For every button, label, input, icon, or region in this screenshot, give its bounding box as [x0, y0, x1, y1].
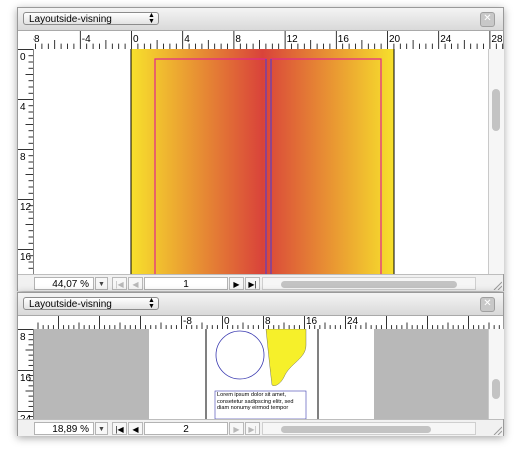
resize-grip-icon[interactable]	[492, 280, 502, 290]
layout-view-window-1: Layoutside-visning ▲▼ ✕ -8 -4 0 4 8 12 16 20 24 2…	[17, 7, 504, 291]
window-toolbar: Layoutside-visning ▲ ▼ ✕	[18, 8, 503, 31]
horizontal-scrollbar[interactable]	[262, 277, 476, 290]
pasteboard-right	[374, 329, 488, 419]
ruler-label: 0	[224, 316, 230, 327]
close-icon[interactable]: ✕	[480, 297, 495, 312]
pasteboard-left	[34, 329, 149, 419]
gradient-page-background	[130, 49, 395, 274]
lorem-text-frame[interactable]: Lorem ipsum dolor sit amet, consetetur s…	[217, 392, 305, 412]
chevron-down-icon[interactable]: ▼	[95, 277, 108, 290]
ruler-label: 28	[491, 34, 503, 45]
ruler-label: 4	[20, 102, 26, 113]
previous-page-icon[interactable]: ◀	[128, 422, 143, 435]
vertical-ruler[interactable]: 81624	[18, 329, 34, 419]
ruler-label: -8	[33, 34, 40, 45]
up-down-arrows-icon: ▲ ▼	[148, 12, 155, 25]
horizontal-ruler[interactable]: -8 0 8 16 24	[33, 316, 503, 330]
layout-canvas[interactable]: Lorem ipsum dolor sit amet, consetetur s…	[34, 329, 488, 419]
page-number-field[interactable]: 1	[144, 277, 228, 290]
horizontal-ruler-ticks: -8 0 8 16 24	[37, 316, 500, 329]
ruler-label: 12	[20, 202, 32, 213]
first-page-icon[interactable]: |◀	[112, 277, 127, 290]
view-mode-label: Layoutside-visning	[29, 299, 112, 310]
ruler-label: 8	[235, 34, 241, 45]
ruler-label: 8	[265, 316, 271, 327]
resize-grip-icon[interactable]	[492, 425, 502, 435]
circle-frame	[215, 330, 265, 380]
ruler-label: 8	[20, 152, 26, 163]
vertical-ruler-ticks: 81624	[18, 329, 33, 419]
horizontal-scrollbar[interactable]	[262, 422, 476, 435]
ruler-label: -4	[82, 34, 91, 45]
ruler-label: 16	[20, 373, 32, 384]
vertical-scrollbar[interactable]	[488, 329, 504, 419]
page-spread	[130, 49, 395, 274]
window-statusbar: 44,07 % ▼ |◀ ◀ 1 ▶ ▶|	[18, 274, 503, 291]
last-page-icon[interactable]: ▶|	[245, 277, 260, 290]
vertical-scroll-thumb[interactable]	[492, 379, 500, 399]
close-icon[interactable]: ✕	[480, 12, 495, 27]
ruler-label: 20	[389, 34, 401, 45]
ruler-label: -8	[183, 316, 192, 327]
vertical-scroll-thumb[interactable]	[492, 89, 500, 131]
window-toolbar: Layoutside-visning ▲ ▼ ✕	[18, 293, 503, 316]
vertical-ruler[interactable]: 0 4 8 12 16	[18, 49, 34, 274]
horizontal-ruler[interactable]: -8 -4 0 4 8 12 16 20 24 28	[33, 31, 503, 50]
view-mode-select[interactable]: Layoutside-visning ▲ ▼	[23, 297, 159, 310]
ruler-label: 16	[306, 316, 318, 327]
horizontal-scroll-thumb[interactable]	[281, 426, 431, 433]
vertical-scrollbar[interactable]	[488, 49, 504, 274]
next-page-icon[interactable]: ▶	[229, 422, 244, 435]
view-mode-select[interactable]: Layoutside-visning ▲ ▼	[23, 12, 159, 25]
first-page-icon[interactable]: |◀	[112, 422, 127, 435]
previous-page-icon[interactable]: ◀	[128, 277, 143, 290]
page-number-field[interactable]: 2	[144, 422, 228, 435]
ruler-label: 8	[20, 332, 26, 343]
ruler-label: 24	[347, 316, 359, 327]
next-page-icon[interactable]: ▶	[229, 277, 244, 290]
window-statusbar: 18,89 % ▼ |◀ ◀ 2 ▶ ▶|	[18, 419, 503, 436]
vertical-ruler-ticks: 0 4 8 12 16	[18, 49, 33, 269]
ruler-label: 12	[287, 34, 299, 45]
layout-view-window-2: Layoutside-visning ▲▼ ✕ -8 0 8 16 24 8 16 24 L…	[17, 292, 504, 436]
last-page-icon[interactable]: ▶|	[245, 422, 260, 435]
ruler-label: 0	[133, 34, 139, 45]
view-mode-label: Layoutside-visning	[29, 14, 112, 25]
zoom-field[interactable]: 18,89 %	[34, 422, 94, 435]
ruler-origin[interactable]	[18, 31, 34, 50]
horizontal-ruler-ticks: -8 -4 0 4 8 12 16 20 24 28	[33, 31, 503, 49]
ruler-label: 16	[338, 34, 350, 45]
up-down-arrows-icon: ▲ ▼	[148, 297, 155, 310]
ruler-label: 24	[440, 34, 452, 45]
zoom-field[interactable]: 44,07 %	[34, 277, 94, 290]
chevron-down-icon[interactable]: ▼	[95, 422, 108, 435]
horizontal-scroll-thumb[interactable]	[281, 281, 457, 288]
ruler-label: 16	[20, 252, 32, 263]
ruler-label: 4	[184, 34, 190, 45]
ruler-origin[interactable]	[18, 316, 34, 330]
yellow-shape	[265, 329, 307, 386]
layout-canvas[interactable]	[34, 49, 488, 274]
ruler-label: 0	[20, 52, 26, 63]
